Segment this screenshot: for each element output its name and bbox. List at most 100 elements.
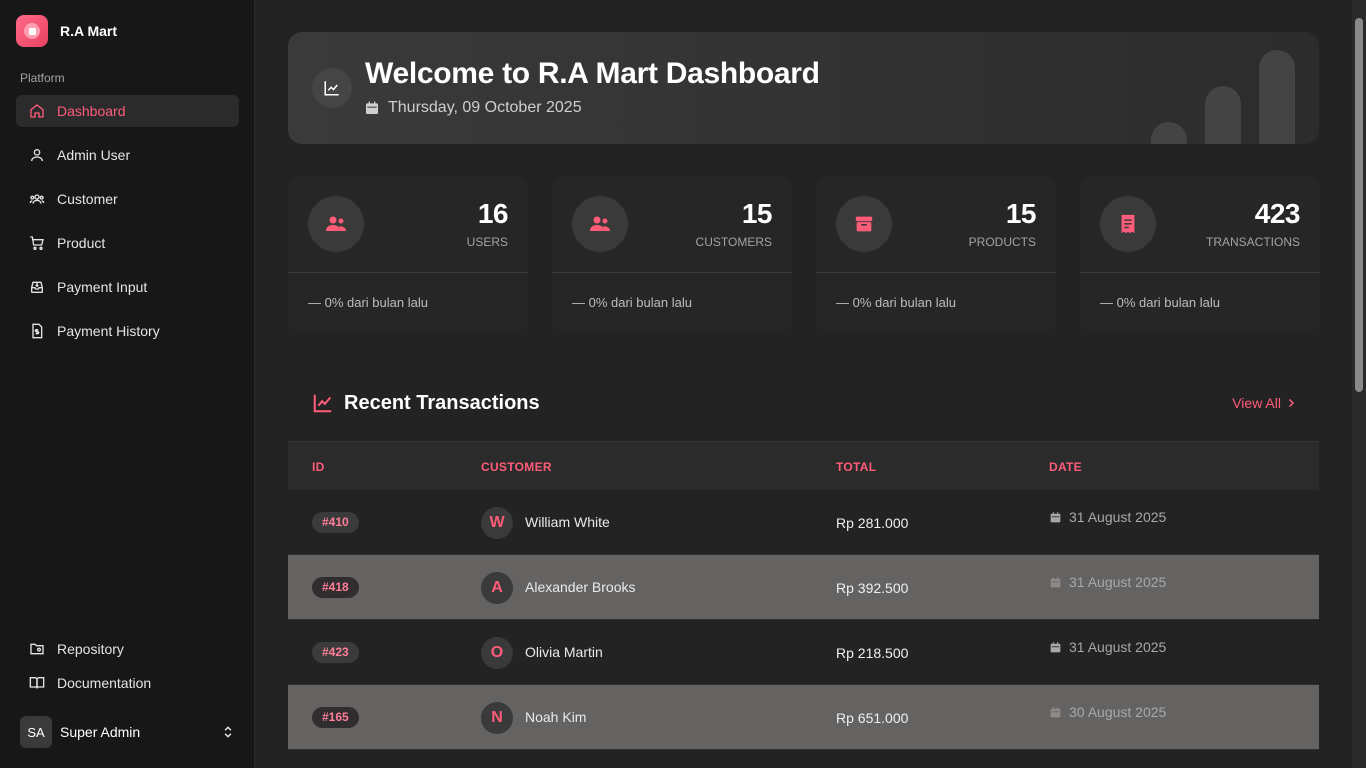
calendar-icon bbox=[1050, 511, 1061, 522]
table-header: ID CUSTOMER TOTAL DATE bbox=[288, 441, 1319, 490]
calendar-icon bbox=[1050, 706, 1061, 717]
transaction-id-badge: #165 bbox=[312, 707, 359, 728]
stat-value: 16 bbox=[477, 198, 509, 229]
customer-avatar: W bbox=[481, 507, 513, 539]
stat-trend: — 0% dari bulan lalu bbox=[308, 295, 428, 310]
current-date: Thursday, 09 October 2025 bbox=[364, 99, 582, 117]
users-icon bbox=[572, 196, 628, 252]
brand[interactable]: R.A Mart bbox=[16, 15, 117, 47]
users-icon bbox=[29, 194, 45, 204]
column-header-id[interactable]: ID bbox=[312, 460, 325, 474]
stat-card-users: 16 USERS — 0% dari bulan lalu bbox=[288, 176, 528, 332]
stat-card-customers: 15 CUSTOMERS — 0% dari bulan lalu bbox=[552, 176, 792, 332]
inbox-icon bbox=[31, 281, 43, 293]
sidebar-item-label: Payment Input bbox=[57, 279, 148, 295]
welcome-banner: Welcome to R.A Mart Dashboard Thursday, … bbox=[288, 32, 1319, 144]
sidebar-item-product[interactable]: Product bbox=[16, 227, 239, 259]
divider bbox=[816, 272, 1056, 273]
customer-avatar: A bbox=[481, 572, 513, 604]
view-all-link[interactable]: View All bbox=[1232, 395, 1297, 411]
transaction-total: Rp 218.500 bbox=[836, 645, 909, 661]
receipt-icon bbox=[32, 323, 43, 339]
stat-label: CUSTOMERS bbox=[695, 235, 772, 249]
stat-card-products: 15 PRODUCTS — 0% dari bulan lalu bbox=[816, 176, 1056, 332]
view-all-label: View All bbox=[1232, 395, 1281, 411]
trend-chart-icon bbox=[313, 394, 332, 413]
divider bbox=[1080, 272, 1320, 273]
stat-value: 15 bbox=[1005, 198, 1037, 229]
decorative-bar bbox=[1151, 122, 1187, 144]
user-menu[interactable]: SA Super Admin bbox=[20, 716, 235, 748]
cart-icon bbox=[30, 236, 44, 250]
customer-avatar: N bbox=[481, 702, 513, 734]
users-icon bbox=[308, 196, 364, 252]
transaction-id-badge: #418 bbox=[312, 577, 359, 598]
transaction-id-badge: #423 bbox=[312, 642, 359, 663]
section-title: Recent Transactions bbox=[344, 392, 540, 414]
transaction-date-text: 31 August 2025 bbox=[1069, 639, 1167, 655]
transaction-date-text: 30 August 2025 bbox=[1069, 704, 1167, 720]
table-row[interactable]: #165 N Noah Kim Rp 651.000 30 August 202… bbox=[288, 685, 1319, 750]
transactions-table: ID CUSTOMER TOTAL DATE #410 W William Wh… bbox=[288, 441, 1319, 750]
divider bbox=[552, 272, 792, 273]
sidebar-item-label: Payment History bbox=[57, 323, 160, 339]
calendar-icon bbox=[1050, 576, 1061, 587]
sidebar: R.A Mart Platform Dashboard Admin User C… bbox=[0, 0, 255, 768]
box-icon bbox=[836, 196, 892, 252]
column-header-total[interactable]: TOTAL bbox=[836, 460, 876, 474]
transaction-date-text: 31 August 2025 bbox=[1069, 574, 1167, 590]
user-name: Super Admin bbox=[60, 724, 141, 740]
sidebar-item-label: Documentation bbox=[57, 675, 152, 691]
scrollbar[interactable] bbox=[1352, 0, 1366, 768]
stat-value: 15 bbox=[741, 198, 773, 229]
stat-trend: — 0% dari bulan lalu bbox=[836, 295, 956, 310]
stats-cards: 16 USERS — 0% dari bulan lalu 15 CUSTOME… bbox=[288, 176, 1320, 332]
transaction-date-text: 31 August 2025 bbox=[1069, 509, 1167, 525]
stat-label: PRODUCTS bbox=[968, 235, 1036, 249]
home-icon bbox=[30, 104, 44, 118]
sidebar-item-label: Admin User bbox=[57, 147, 131, 163]
table-row[interactable]: #418 A Alexander Brooks Rp 392.500 31 Au… bbox=[288, 555, 1319, 620]
recent-transactions-header: Recent Transactions View All bbox=[288, 380, 1319, 426]
divider bbox=[288, 272, 528, 273]
decorative-bar bbox=[1205, 86, 1241, 144]
sidebar-item-payment-history[interactable]: Payment History bbox=[16, 315, 239, 347]
brand-name: R.A Mart bbox=[60, 23, 118, 39]
brand-logo-icon bbox=[16, 15, 48, 47]
sidebar-section-label: Platform bbox=[20, 71, 65, 85]
transaction-date: 30 August 2025 bbox=[1049, 704, 1166, 720]
stat-label: TRANSACTIONS bbox=[1205, 235, 1300, 249]
book-icon bbox=[29, 677, 45, 689]
table-row[interactable]: #410 W William White Rp 281.000 31 Augus… bbox=[288, 490, 1319, 555]
decorative-bar bbox=[1259, 50, 1295, 144]
table-row[interactable]: #423 O Olivia Martin Rp 218.500 31 Augus… bbox=[288, 620, 1319, 685]
chevron-right-icon bbox=[1288, 398, 1295, 408]
sidebar-item-documentation[interactable]: Documentation bbox=[16, 667, 239, 699]
transaction-date: 31 August 2025 bbox=[1049, 639, 1166, 655]
column-header-date[interactable]: DATE bbox=[1049, 460, 1082, 474]
sidebar-item-label: Product bbox=[57, 235, 106, 251]
scrollbar-thumb[interactable] bbox=[1355, 18, 1363, 392]
sidebar-item-repository[interactable]: Repository bbox=[16, 633, 239, 665]
folder-git-icon bbox=[30, 643, 44, 655]
stat-value: 423 bbox=[1254, 198, 1301, 229]
trend-chart-icon bbox=[312, 68, 352, 108]
customer-avatar: O bbox=[481, 637, 513, 669]
sidebar-item-customer[interactable]: Customer bbox=[16, 183, 239, 215]
user-icon bbox=[31, 149, 43, 162]
sidebar-bottom-nav: Repository Documentation bbox=[16, 633, 239, 701]
calendar-icon bbox=[1050, 641, 1061, 652]
stat-card-transactions: 423 TRANSACTIONS — 0% dari bulan lalu bbox=[1080, 176, 1320, 332]
chevron-up-down-icon bbox=[224, 726, 232, 738]
sidebar-item-label: Dashboard bbox=[57, 103, 126, 119]
sidebar-item-payment-input[interactable]: Payment Input bbox=[16, 271, 239, 303]
sidebar-item-admin-user[interactable]: Admin User bbox=[16, 139, 239, 171]
transaction-id-badge: #410 bbox=[312, 512, 359, 533]
sidebar-item-label: Repository bbox=[57, 641, 124, 657]
current-date-text: Thursday, 09 October 2025 bbox=[388, 99, 582, 116]
transaction-total: Rp 281.000 bbox=[836, 515, 909, 531]
transaction-total: Rp 651.000 bbox=[836, 710, 909, 726]
stat-label: USERS bbox=[466, 235, 508, 249]
column-header-customer[interactable]: CUSTOMER bbox=[481, 460, 552, 474]
sidebar-item-dashboard[interactable]: Dashboard bbox=[16, 95, 239, 127]
